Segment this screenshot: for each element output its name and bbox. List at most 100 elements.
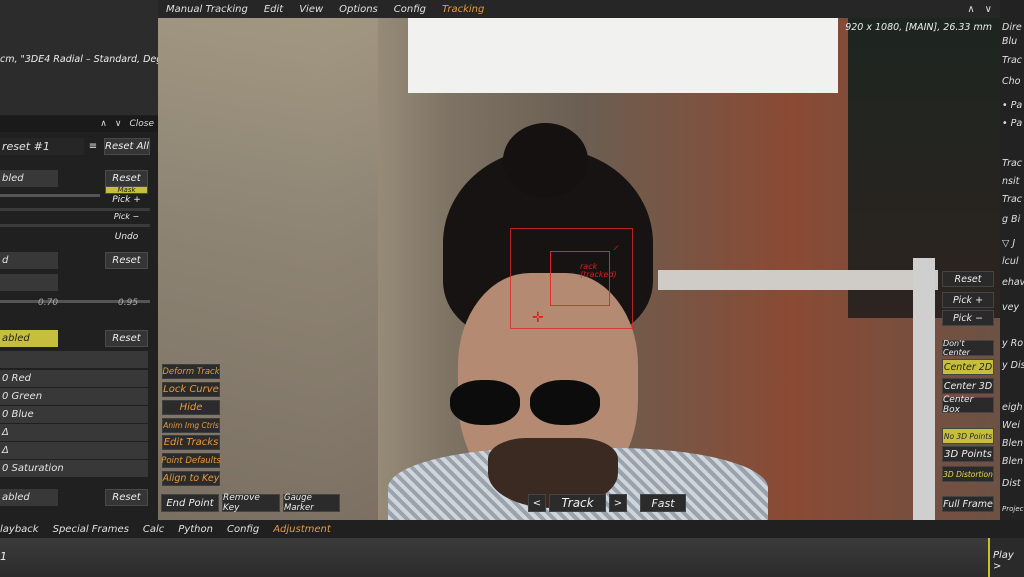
menu-manual-tracking[interactable]: Manual Tracking — [158, 4, 256, 15]
enabled-row-2: abled — [0, 330, 58, 347]
center-2d-button[interactable]: Center 2D — [942, 359, 994, 375]
deform-track-button[interactable]: Deform Track — [162, 364, 220, 379]
edit-tracks-button[interactable]: Edit Tracks — [162, 435, 220, 450]
menu-playback[interactable]: layback — [0, 524, 47, 535]
close-button[interactable]: Close — [129, 119, 154, 129]
pick-plus-button[interactable]: Pick + — [105, 195, 148, 205]
enabled-toggle-2[interactable]: abled — [0, 330, 58, 347]
menu-calc[interactable]: Calc — [143, 524, 172, 535]
right-panel-item[interactable]: lcul — [1002, 256, 1019, 267]
reset-button-3[interactable]: Reset — [105, 330, 148, 347]
menu-view[interactable]: View — [291, 4, 331, 15]
slider-track-2[interactable] — [0, 208, 150, 211]
field-d[interactable]: d — [0, 252, 58, 269]
right-panel-item[interactable]: vey — [1002, 302, 1019, 313]
gauge-marker-button[interactable]: Gauge Marker — [283, 493, 340, 513]
menu-tracking[interactable]: Tracking — [434, 4, 492, 15]
slider-track-1[interactable] — [0, 194, 100, 197]
point-defaults-button[interactable]: Point Defaults — [161, 453, 221, 468]
menu-python[interactable]: Python — [178, 524, 221, 535]
nav-up-icon[interactable]: ∧ — [100, 119, 107, 129]
hide-button[interactable]: Hide — [162, 400, 220, 415]
menu-icon[interactable]: ≡ — [84, 138, 102, 155]
undo-button[interactable]: Undo — [105, 232, 148, 242]
resolution-readout: 920 x 1080, [MAIN], 26.33 mm — [845, 22, 992, 33]
right-panel-item[interactable]: nsit — [1002, 176, 1019, 187]
track-button[interactable]: Track — [549, 494, 606, 512]
right-panel-item[interactable]: Wei — [1002, 420, 1020, 431]
right-panel-item[interactable]: Blen — [1002, 456, 1023, 467]
tracking-viewport[interactable]: 920 x 1080, [MAIN], 26.33 mm rack (track… — [158, 18, 1000, 520]
remove-key-button[interactable]: Remove Key — [222, 493, 280, 513]
3d-distortion-button[interactable]: 3D Distortion — [942, 466, 994, 482]
right-panel-item[interactable]: y Ro — [1002, 338, 1023, 349]
slider-track-3[interactable] — [0, 224, 150, 227]
green-field[interactable]: 0 Green — [0, 388, 148, 405]
right-panel-item[interactable]: • Pa — [1002, 118, 1022, 129]
menu-config-bottom[interactable]: Config — [227, 524, 267, 535]
right-panel-item[interactable]: Project — [1002, 505, 1024, 513]
preset-selector[interactable]: reset #1 — [0, 138, 84, 155]
right-panel-item[interactable]: eigh — [1002, 402, 1023, 413]
track-next-button[interactable]: > — [609, 494, 627, 512]
no-3d-points-button[interactable]: No 3D Points — [942, 428, 994, 444]
reset-button-4[interactable]: Reset — [105, 489, 148, 506]
enabled-toggle-3[interactable]: abled — [0, 489, 58, 506]
end-point-button[interactable]: End Point — [161, 494, 219, 512]
person-hair-bun — [503, 123, 588, 198]
right-panel-item[interactable]: Trac — [1002, 158, 1022, 169]
saturation-field[interactable]: 0 Saturation — [0, 460, 148, 477]
right-panel-item[interactable]: ehav — [1002, 277, 1024, 288]
play-button[interactable]: Play > — [988, 538, 1024, 577]
center-box-button[interactable]: Center Box — [942, 395, 994, 415]
menu-special-frames[interactable]: Special Frames — [53, 524, 137, 535]
right-panel-item[interactable]: Blen — [1002, 438, 1023, 449]
value-field[interactable] — [0, 274, 58, 291]
pick-plus-view-button[interactable]: Pick + — [942, 292, 994, 308]
3d-points-button[interactable]: 3D Points — [942, 446, 994, 462]
right-panel-item[interactable]: Trac — [1002, 194, 1022, 205]
pick-minus-button[interactable]: Pick − — [105, 212, 148, 220]
align-to-key-button[interactable]: Align to Key — [162, 471, 220, 486]
fast-button[interactable]: Fast — [640, 494, 686, 512]
menu-config[interactable]: Config — [386, 4, 434, 15]
reset-all-button[interactable]: Reset All — [104, 138, 150, 155]
reset-button-1[interactable]: Reset — [105, 170, 148, 187]
right-panel-item[interactable]: Blu — [1002, 36, 1017, 47]
full-frame-button[interactable]: Full Frame — [942, 496, 994, 512]
menu-edit[interactable]: Edit — [256, 4, 291, 15]
right-panel-item[interactable]: Cho — [1002, 76, 1020, 87]
delta-field-2[interactable]: Δ — [0, 442, 148, 459]
right-panel-item[interactable]: g Bi — [1002, 214, 1020, 225]
dont-center-button[interactable]: Don't Center — [942, 339, 994, 357]
menu-options[interactable]: Options — [331, 4, 386, 15]
right-panel-item[interactable]: Dist — [1002, 478, 1021, 489]
red-field[interactable]: 0 Red — [0, 370, 148, 387]
empty-field-1[interactable] — [0, 351, 148, 368]
timeline[interactable]: 1 Play > — [0, 538, 1024, 577]
delta-field-1[interactable]: Δ — [0, 424, 148, 441]
menubar-arrows: ∧ ∨ — [967, 4, 1000, 15]
pick-minus-view-button[interactable]: Pick − — [942, 310, 994, 326]
reset-button-2[interactable]: Reset — [105, 252, 148, 269]
left-attribute-panel: cm, "3DE4 Radial – Standard, Degr ∧ ∨ Cl… — [0, 0, 166, 520]
track-center-crosshair-icon[interactable]: ✛ — [532, 310, 544, 326]
nav-down-icon[interactable]: ∨ — [115, 119, 122, 129]
right-panel-item[interactable]: ▽ J — [1002, 238, 1015, 249]
menu-adjustment[interactable]: Adjustment — [273, 524, 339, 535]
right-panel-item[interactable]: • Pa — [1002, 100, 1022, 111]
center-3d-button[interactable]: Center 3D — [942, 378, 994, 394]
anim-img-ctrls-button[interactable]: Anim Img Ctrls — [162, 418, 220, 433]
mask-button[interactable]: Mask — [105, 186, 148, 194]
lock-curve-button[interactable]: Lock Curve — [162, 382, 220, 397]
blue-field[interactable]: 0 Blue — [0, 406, 148, 423]
reset-view-button[interactable]: Reset — [942, 271, 994, 287]
right-panel-item[interactable]: Trac — [1002, 55, 1022, 66]
right-panel-item[interactable]: y Dis — [1002, 360, 1024, 371]
arrow-down-icon[interactable]: ∨ — [985, 4, 992, 15]
track-prev-button[interactable]: < — [528, 494, 546, 512]
arrow-up-icon[interactable]: ∧ — [967, 4, 974, 15]
slider-min-value: 0.70 — [38, 298, 59, 308]
right-panel-item[interactable]: Dire — [1002, 22, 1022, 33]
enabled-toggle-1[interactable]: bled — [0, 170, 58, 187]
